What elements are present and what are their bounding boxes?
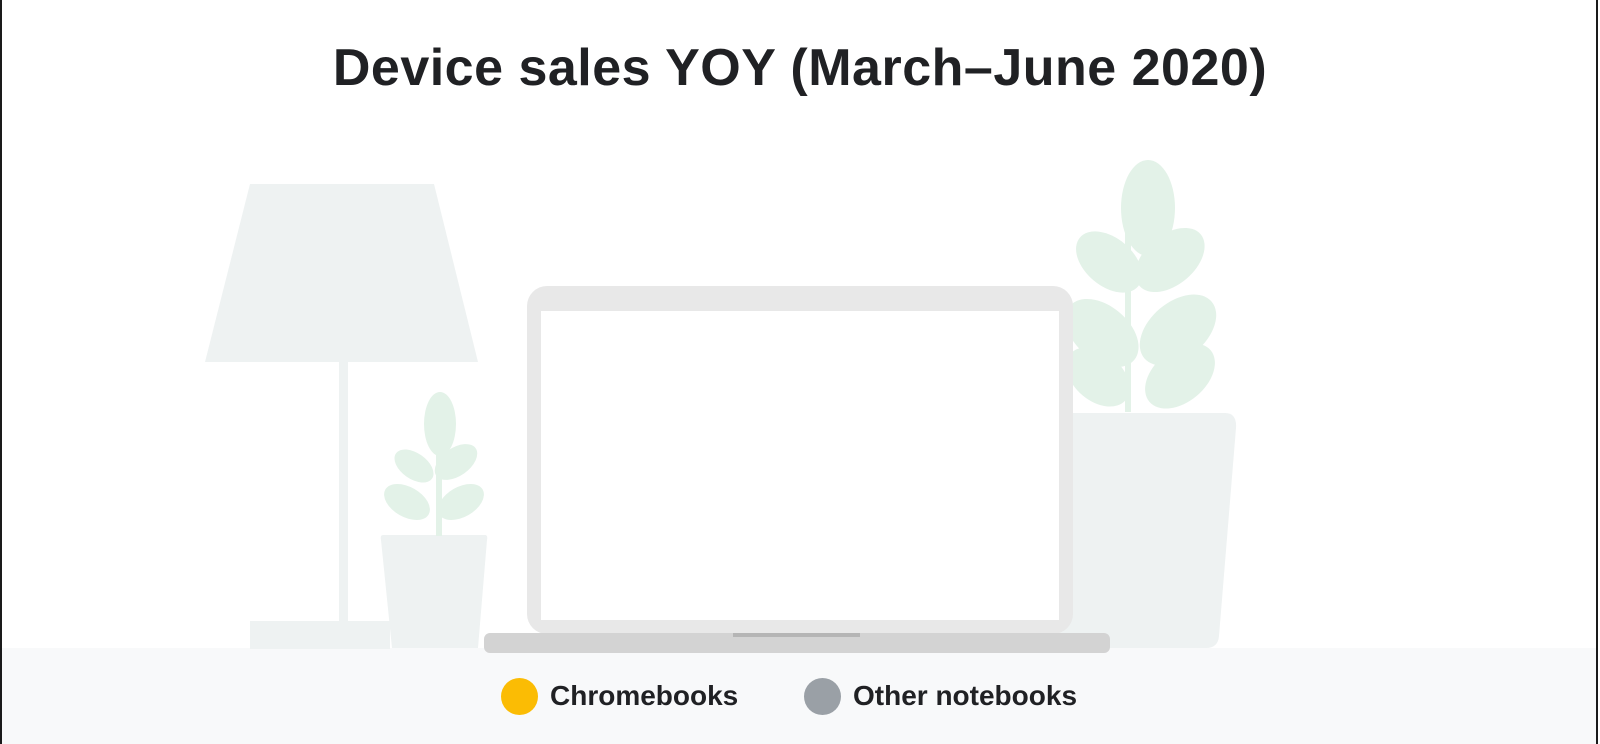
- chromebooks-swatch: [501, 677, 538, 715]
- chart-legend: Chromebooks Other notebooks: [0, 676, 1600, 716]
- legend-item-chromebooks: Chromebooks: [501, 676, 738, 716]
- legend-label: Chromebooks: [550, 680, 739, 711]
- laptop-icon: [484, 286, 1110, 653]
- legend-item-other-notebooks: Other notebooks: [804, 676, 1077, 716]
- other-notebooks-swatch: [804, 677, 841, 715]
- large-plant-icon: [1052, 160, 1237, 648]
- legend-label: Other notebooks: [853, 680, 1078, 711]
- illustration-scene: [205, 160, 1237, 653]
- small-plant-icon: [380, 392, 488, 648]
